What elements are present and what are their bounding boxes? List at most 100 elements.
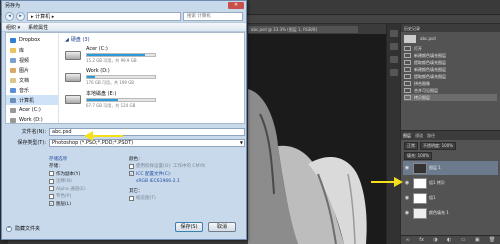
history-panel-title[interactable]: 历史记录 — [401, 24, 500, 32]
nav-item-drive-c[interactable]: Acer (C:) — [6, 105, 58, 115]
layers-checkbox[interactable]: ✓ 图层(L) — [49, 200, 124, 208]
checkbox-box[interactable] — [49, 193, 54, 199]
filename-input[interactable]: abc.psd — [49, 127, 245, 136]
history-panel: 历史记录 abc.psd 打开 新建颜色填充图层 提取颜色填充图层 新建颜色填充… — [400, 24, 500, 130]
checkbox-box[interactable] — [129, 163, 134, 169]
nav-item-label: 图片 — [19, 67, 30, 74]
dock-icon[interactable] — [389, 30, 398, 37]
system-properties-button[interactable]: 系统属性 — [28, 24, 48, 31]
nav-item-pictures[interactable]: 图片 — [6, 65, 58, 75]
organize-button[interactable]: 组织 ▾ — [6, 24, 20, 31]
alpha-checkbox[interactable]: Alpha 通道(E) — [49, 185, 124, 193]
forward-arrow-icon[interactable]: ▸ — [16, 11, 25, 21]
blend-mode-select[interactable]: 正常 — [404, 142, 418, 150]
layer-row[interactable]: ◉ 颜色填充 1 — [403, 206, 498, 220]
checkbox-box[interactable] — [49, 186, 54, 192]
drive-name: 本地磁盘 (E:) — [86, 90, 117, 97]
music-icon — [10, 87, 16, 93]
format-select[interactable]: Photoshop (*.PSD;*.PDD;*.PSDT) ▼ — [49, 138, 245, 147]
dropbox-icon — [10, 37, 16, 43]
picture-icon — [10, 67, 16, 73]
tab-layers[interactable]: 图层 — [403, 133, 411, 139]
visibility-eye-icon[interactable]: ◉ — [403, 180, 411, 186]
thumbnail-checkbox[interactable]: 缩览图(T) — [129, 195, 239, 203]
new-group-icon[interactable]: ▭ — [461, 237, 466, 243]
use-proof-checkbox[interactable]: 使用校样设置(O): 工作中的 CMYK — [129, 163, 239, 171]
document-tab[interactable]: abc.psd @ 33.3% (图层 1, RGB/8) — [248, 26, 358, 33]
fill-field[interactable]: 填充: 100% — [404, 152, 433, 160]
drive-item[interactable]: 本地磁盘 (E:) 67.7 GB 可用，共 124 GB — [65, 88, 238, 110]
spot-checkbox[interactable]: 专色(P) — [49, 193, 124, 201]
annotation-arrow-icon — [371, 177, 403, 187]
visibility-eye-icon[interactable]: ◉ — [403, 165, 411, 171]
nav-item-video[interactable]: 视频 — [6, 55, 58, 65]
close-button[interactable]: ✕ — [228, 2, 244, 9]
save-button[interactable]: 保存(S) — [175, 222, 203, 232]
nav-item-library[interactable]: 库 — [6, 45, 58, 55]
layer-row[interactable]: ◉ 图层 1 — [403, 161, 498, 175]
nav-item-label: 文档 — [19, 77, 30, 84]
tab-channels[interactable]: 通道 — [415, 133, 423, 139]
search-input[interactable]: 搜索 计算机 — [183, 11, 243, 21]
checkmark-icon[interactable]: ✓ — [129, 171, 134, 177]
collapse-arrow-icon[interactable]: ◢ — [65, 37, 69, 43]
address-bar[interactable]: ▸ 计算机 ▸ — [27, 11, 181, 21]
dock-icon[interactable] — [389, 69, 398, 76]
hide-folders-toggle[interactable]: ^ 隐藏文件夹 — [6, 225, 40, 232]
new-layer-icon[interactable]: ▣ — [475, 237, 480, 243]
notes-checkbox[interactable]: 注释(N) — [49, 178, 124, 186]
layer-mask-icon[interactable]: ◑ — [433, 237, 437, 243]
history-item[interactable]: 提取颜色填充图层 — [404, 73, 497, 80]
document-canvas[interactable] — [248, 34, 386, 244]
layer-style-icon[interactable]: fx — [419, 237, 424, 243]
drive-item[interactable]: Work (D:) 176 GB 可用，共 199 GB — [65, 66, 238, 88]
layer-row[interactable]: ◉ 组1 拷贝 — [403, 176, 498, 190]
visibility-eye-icon[interactable]: ◉ — [403, 210, 411, 216]
layer-thumbnail — [413, 162, 427, 174]
adjustment-layer-icon[interactable]: ◐ — [447, 237, 451, 243]
history-item-selected[interactable]: 拷贝图层 — [404, 94, 497, 101]
video-icon — [10, 57, 16, 63]
history-item-label: 拷贝图层 — [414, 94, 430, 100]
nav-item-music[interactable]: 音乐 — [6, 85, 58, 95]
checkmark-icon[interactable]: ✓ — [49, 201, 54, 207]
dock-icon[interactable] — [389, 56, 398, 63]
opacity-field[interactable]: 不透明度: 100% — [420, 142, 457, 150]
visibility-eye-icon[interactable]: ◉ — [403, 195, 411, 201]
group-header[interactable]: ◢ 硬盘 (3) — [65, 35, 238, 44]
checkbox-box[interactable] — [49, 171, 54, 177]
layer-row[interactable]: ◉ 组1 — [403, 191, 498, 205]
history-item-label: 新建颜色填充图层 — [414, 66, 446, 72]
cancel-button[interactable]: 取消 — [208, 222, 236, 232]
history-item[interactable]: 打开 — [404, 45, 497, 52]
checkbox-box[interactable] — [49, 178, 54, 184]
history-item[interactable]: 新建颜色填充图层 — [404, 52, 497, 59]
history-item[interactable]: 合并可见图层 — [404, 87, 497, 94]
tab-paths[interactable]: 路径 — [427, 133, 435, 139]
checkbox-box[interactable] — [129, 195, 134, 201]
history-item[interactable]: 提取颜色填充图层 — [404, 59, 497, 66]
hard-drive-icon — [65, 94, 81, 104]
history-snapshot[interactable]: abc.psd — [404, 34, 497, 43]
checkbox-label: 作为副本(Y) — [56, 171, 81, 177]
history-item-label: 提取颜色填充图层 — [414, 73, 446, 79]
drive-item[interactable]: Acer (C:) 15.2 GB 可用，共 99.9 GB — [65, 44, 238, 66]
icc-checkbox[interactable]: ✓ ICC 配置文件(C): — [129, 170, 239, 178]
history-item[interactable]: 拼合图像 — [404, 80, 497, 87]
history-item-label: 拼合图像 — [414, 80, 430, 86]
icc-profile-value: sRGB IEC61966-2.1 — [136, 178, 180, 184]
nav-item-computer[interactable]: 计算机 — [6, 95, 58, 105]
snapshot-thumbnail — [404, 34, 416, 43]
nav-item-drive-d[interactable]: Work (D:) — [6, 115, 58, 125]
nav-item-dropbox[interactable]: Dropbox — [6, 35, 58, 45]
layer-name: 组1 拷贝 — [429, 180, 445, 185]
address-row: ◂ ▸ ▸ 计算机 ▸ 搜索 计算机 — [2, 10, 246, 22]
dock-icon[interactable] — [389, 43, 398, 50]
back-arrow-icon[interactable]: ◂ — [5, 11, 14, 21]
delete-layer-icon[interactable]: 🗑 — [489, 237, 495, 243]
drive-name: Acer (C:) — [86, 46, 108, 52]
nav-item-documents[interactable]: 文档 — [6, 75, 58, 85]
history-item[interactable]: 新建颜色填充图层 — [404, 66, 497, 73]
as-copy-checkbox[interactable]: 作为副本(Y) — [49, 170, 124, 178]
link-layers-icon[interactable]: ∞ — [406, 237, 410, 243]
